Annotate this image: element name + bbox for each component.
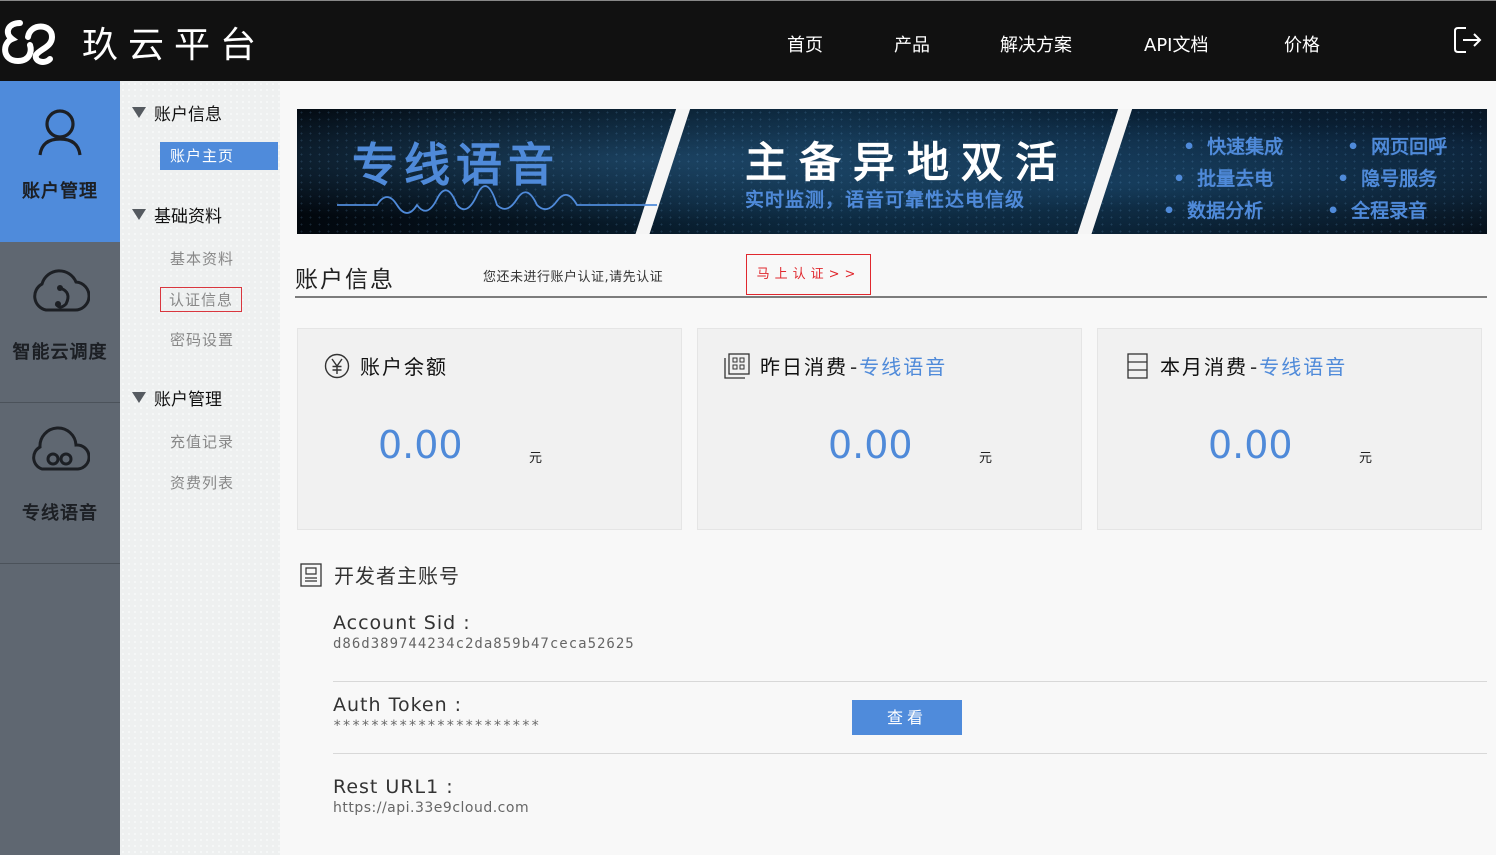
logout-icon[interactable] [1452, 25, 1484, 55]
subnav-group-basic-info[interactable]: 基础资料 [132, 202, 222, 227]
rail-item-smart-cloud-dispatch[interactable]: 智能云调度 [0, 242, 120, 403]
nav-home[interactable]: 首页 [787, 31, 823, 57]
balance-value: 0.00 [378, 423, 463, 467]
developer-account-header: 开发者主账号 [300, 560, 460, 589]
card-title: 本月消费 - 专线语音 [1160, 355, 1348, 379]
field-label: Rest URL1 : [333, 776, 454, 798]
yuan-icon [324, 353, 350, 379]
yesterday-spend-value: 0.00 [828, 423, 913, 467]
promo-banner[interactable]: 专线语音 主备异地双活 实时监测，语音可靠性达电信级 快速集成 网页回呼 批量去… [297, 109, 1487, 234]
view-token-button[interactable]: 查看 [852, 700, 962, 735]
divider [333, 681, 1487, 682]
cloud-voice-icon [32, 426, 90, 471]
subnav-group-label: 账户信息 [154, 105, 222, 125]
account-sid-value[interactable]: d86d389744234c2da859b47ceca52625 [333, 636, 1487, 652]
field-label: Account Sid : [333, 612, 471, 634]
logo[interactable]: 玖云平台 [0, 15, 266, 69]
caret-down-icon [132, 392, 146, 403]
banner-subtitle: 实时监测，语音可靠性达电信级 [745, 189, 1026, 211]
subnav-item-basic-profile[interactable]: 基本资料 [170, 248, 234, 269]
grid-icon [724, 353, 750, 379]
list-icon [1127, 353, 1148, 379]
subnav-group-label: 基础资料 [154, 207, 222, 227]
rest-url-field: Rest URL1 : https://api.33e9cloud.com [333, 776, 1487, 816]
rest-url-value[interactable]: https://api.33e9cloud.com [333, 800, 1487, 816]
banner-feature: 隐号服务 [1337, 164, 1437, 191]
subnav-item-rate-list[interactable]: 资费列表 [170, 472, 234, 493]
card-title: 昨日消费 - 专线语音 [760, 355, 948, 379]
divider [333, 753, 1487, 754]
developer-title: 开发者主账号 [334, 564, 460, 588]
account-sid-field: Account Sid : d86d389744234c2da859b47cec… [333, 612, 1487, 652]
balance-card: 账户余额 0.00 元 [297, 328, 682, 530]
subnav-group-account-management[interactable]: 账户管理 [132, 385, 222, 410]
subnav-item-recharge-history[interactable]: 充值记录 [170, 431, 234, 452]
banner-title-active-active: 主备异地双活 [745, 138, 1070, 187]
subnav-item-password[interactable]: 密码设置 [170, 329, 234, 350]
rail-item-dedicated-voice[interactable]: 专线语音 [0, 403, 120, 564]
rail-item-label: 智能云调度 [12, 342, 108, 363]
banner-feature: 全程录音 [1327, 196, 1427, 223]
subnav-item-account-home[interactable]: 账户主页 [160, 142, 278, 170]
banner-feature: 批量去电 [1173, 164, 1273, 191]
logo-text: 玖云平台 [82, 25, 267, 66]
yesterday-spend-card: 昨日消费 - 专线语音 0.00 元 [697, 328, 1082, 530]
nav-api-docs[interactable]: API文档 [1144, 31, 1208, 57]
rail-item-label: 专线语音 [22, 503, 98, 524]
cloud-nodes-icon [33, 269, 90, 312]
month-spend-value: 0.00 [1208, 423, 1293, 467]
banner-feature: 快速集成 [1183, 132, 1283, 159]
currency-unit: 元 [529, 451, 543, 466]
document-icon [300, 562, 322, 587]
currency-unit: 元 [979, 451, 993, 466]
subnav-group-account-info[interactable]: 账户信息 [132, 100, 222, 125]
card-title: 账户余额 [360, 355, 448, 379]
user-icon [38, 109, 82, 156]
rail-item-account-management[interactable]: 账户管理 [0, 81, 120, 242]
verification-notice: 您还未进行账户认证,请先认证 [483, 270, 664, 285]
caret-down-icon [132, 209, 146, 220]
nav-pricing[interactable]: 价格 [1284, 31, 1320, 57]
subnav-group-label: 账户管理 [154, 390, 222, 410]
module-rail: 账户管理 智能云调度 专线语音 [0, 81, 120, 855]
logo-icon [2, 20, 56, 65]
sub-nav: 账户信息 账户主页 基础资料 基本资料 认证信息 密码设置 账户管理 充值记录 … [120, 81, 280, 855]
caret-down-icon [132, 107, 146, 118]
nav-products[interactable]: 产品 [894, 31, 930, 57]
banner-feature: 数据分析 [1163, 196, 1263, 223]
top-bar: 玖云平台 首页 产品 解决方案 API文档 价格 [0, 0, 1496, 81]
month-spend-card: 本月消费 - 专线语音 0.00 元 [1097, 328, 1482, 530]
section-title: 账户信息 [295, 267, 395, 293]
subnav-item-verification[interactable]: 认证信息 [160, 287, 243, 312]
currency-unit: 元 [1359, 451, 1373, 466]
verify-now-button[interactable]: 马上认证>> [746, 254, 871, 295]
rail-item-label: 账户管理 [22, 181, 98, 202]
sound-wave-icon [337, 185, 657, 214]
nav-solutions[interactable]: 解决方案 [1000, 31, 1072, 57]
account-info-header: 账户信息 您还未进行账户认证,请先认证 马上认证>> [295, 254, 1487, 298]
banner-feature: 网页回呼 [1347, 132, 1447, 159]
